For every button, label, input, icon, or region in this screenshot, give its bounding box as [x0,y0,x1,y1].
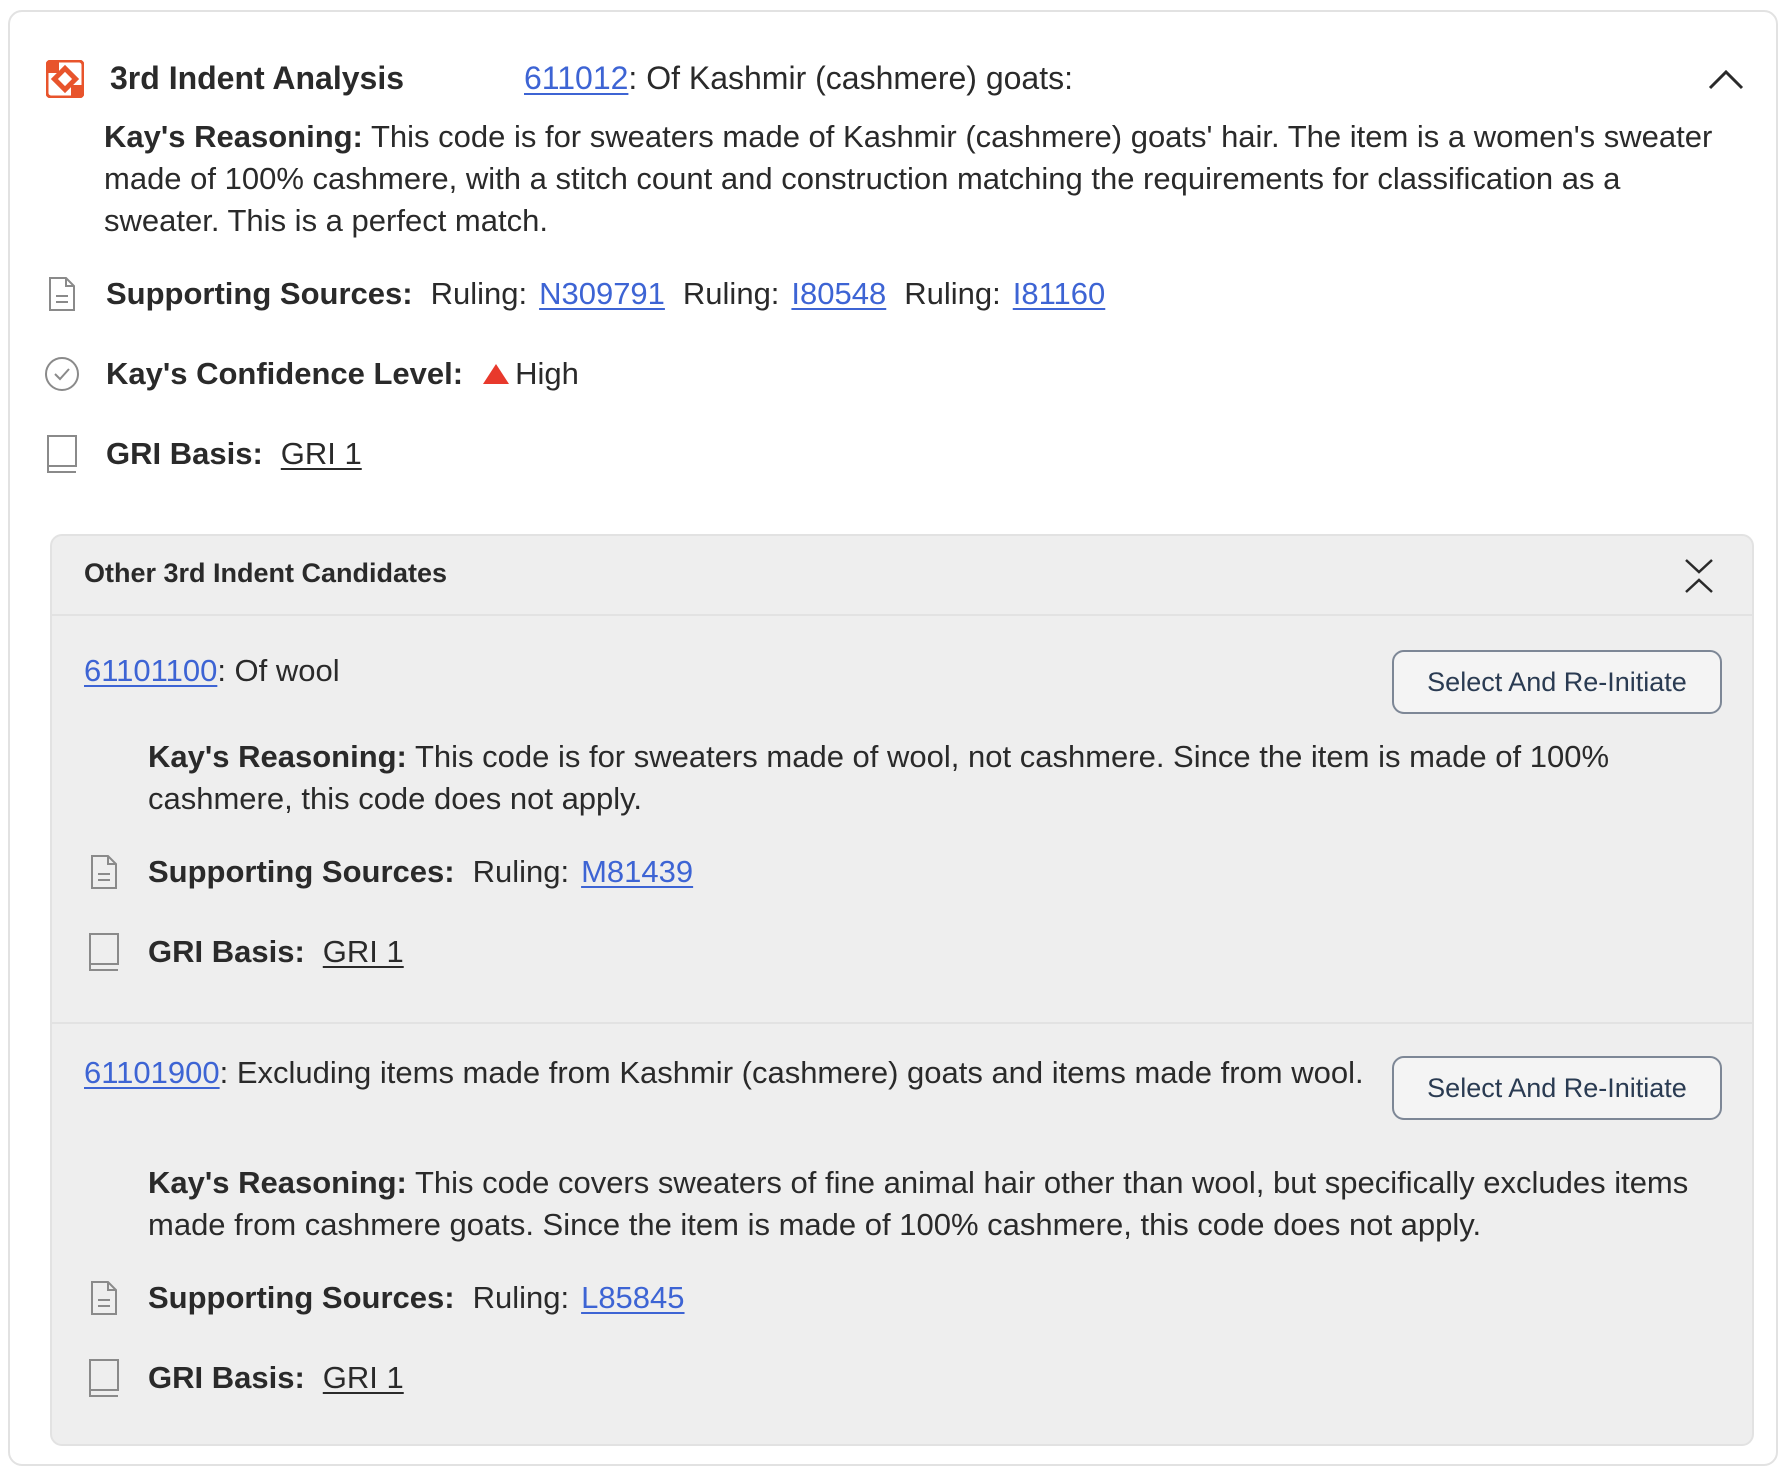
source-link[interactable]: N309791 [539,276,665,311]
candidate-item: 61101900: Excluding items made from Kash… [52,1022,1752,1444]
candidate-item: 61101100: Of wool Select And Re-Initiate… [52,616,1752,1022]
candidate-code-link[interactable]: 61101900 [84,1055,220,1090]
confidence-value: High [515,356,579,391]
collapse-icon[interactable] [1682,556,1716,596]
confidence-row: Kay's Confidence Level: High [42,350,579,398]
page-title: 3rd Indent Analysis [110,60,404,96]
book-icon [84,1358,124,1398]
supporting-sources-row: Supporting Sources: Ruling: N309791 Rulin… [42,270,1123,318]
selected-code-description: : Of Kashmir (cashmere) goats: [628,60,1073,96]
source-prefix: Ruling: [682,276,780,311]
reasoning-label: Kay's Reasoning: [148,1165,407,1200]
candidate-reasoning: Kay's Reasoning: This code covers sweate… [148,1162,1728,1246]
document-icon [84,852,124,892]
source-prefix: Ruling: [472,1280,570,1315]
check-circle-icon [42,354,82,394]
gri-basis-label: GRI Basis: [148,1360,305,1395]
supporting-sources-row: Supporting Sources: Ruling: L85845 [84,1274,703,1322]
other-candidates-header: Other 3rd Indent Candidates [52,536,1752,616]
triangle-up-icon [483,364,510,384]
gri-basis-link[interactable]: GRI 1 [323,1360,404,1396]
selected-code-line: 611012: Of Kashmir (cashmere) goats: [524,60,1073,97]
source-prefix: Ruling: [430,276,528,311]
document-icon [42,274,82,314]
book-icon [42,434,82,474]
analysis-header: 3rd Indent Analysis 611012: Of Kashmir (… [46,52,1746,106]
brand-logo-icon [46,60,84,98]
gri-basis-row: GRI Basis: GRI 1 [84,1354,404,1402]
other-candidates-title: Other 3rd Indent Candidates [84,558,448,588]
supporting-sources-label: Supporting Sources: [148,1280,455,1315]
source-link[interactable]: I81160 [1013,276,1106,311]
source-item: Ruling: N309791 [431,276,665,312]
supporting-sources-label: Supporting Sources: [106,276,413,311]
select-reinitiate-button[interactable]: Select And Re-Initiate [1392,1056,1722,1120]
candidate-reasoning: Kay's Reasoning: This code is for sweate… [148,736,1728,820]
source-item: Ruling: M81439 [473,854,694,890]
source-prefix: Ruling: [472,854,570,889]
source-link[interactable]: M81439 [581,854,693,889]
source-prefix: Ruling: [904,276,1001,311]
gri-basis-link[interactable]: GRI 1 [281,436,362,472]
confidence-label: Kay's Confidence Level: [106,356,464,391]
supporting-sources-row: Supporting Sources: Ruling: M81439 [84,848,711,896]
candidate-description: : Of wool [217,653,340,688]
selected-code-link[interactable]: 611012 [524,60,628,96]
source-item: Ruling: I80548 [683,276,886,312]
candidate-code-link[interactable]: 61101100 [84,653,217,688]
candidate-title: 61101900: Excluding items made from Kash… [84,1052,1374,1094]
analysis-card: 3rd Indent Analysis 611012: Of Kashmir (… [8,10,1778,1466]
source-link[interactable]: I80548 [791,276,886,311]
gri-basis-label: GRI Basis: [148,934,305,969]
source-link[interactable]: L85845 [581,1280,684,1315]
chevron-up-icon[interactable] [1706,62,1746,96]
reasoning-label: Kay's Reasoning: [148,739,407,774]
gri-basis-row: GRI Basis: GRI 1 [42,430,362,478]
gri-basis-label: GRI Basis: [106,436,263,471]
other-candidates-panel: Other 3rd Indent Candidates 61101100: Of… [50,534,1754,1446]
source-item: Ruling: I81160 [904,276,1105,312]
gri-basis-row: GRI Basis: GRI 1 [84,928,404,976]
gri-basis-link[interactable]: GRI 1 [323,934,404,970]
candidate-title: 61101100: Of wool [84,650,1344,692]
source-item: Ruling: L85845 [473,1280,685,1316]
book-icon [84,932,124,972]
supporting-sources-label: Supporting Sources: [148,854,455,889]
reasoning-label: Kay's Reasoning: [104,119,363,154]
candidate-description: : Excluding items made from Kashmir (cas… [219,1055,1364,1090]
main-reasoning: Kay's Reasoning: This code is for sweate… [104,116,1734,242]
select-reinitiate-button[interactable]: Select And Re-Initiate [1392,650,1722,714]
document-icon [84,1278,124,1318]
